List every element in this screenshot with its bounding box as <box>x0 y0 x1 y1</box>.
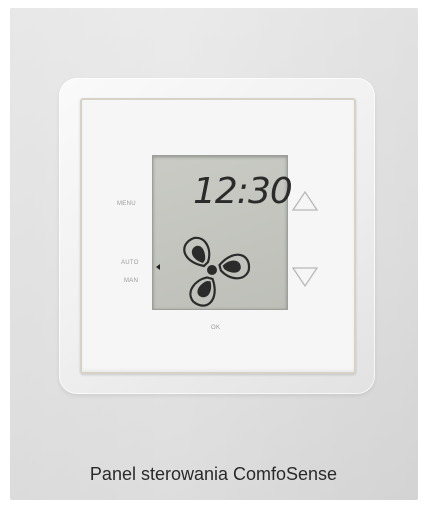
fan-icon <box>183 236 250 307</box>
mode-button[interactable] <box>110 252 146 292</box>
triangle-up-icon <box>291 190 319 211</box>
triangle-down-icon <box>291 267 319 288</box>
man-label: MAN <box>124 278 139 284</box>
auto-label: AUTO <box>121 260 139 266</box>
up-button[interactable] <box>290 188 320 214</box>
down-button[interactable] <box>290 264 320 290</box>
arrow-left-icon <box>156 264 160 270</box>
lcd-time-readout: 12:30 <box>193 171 293 212</box>
menu-label: MENU <box>117 201 136 207</box>
image-caption: Panel sterowania ComfoSense <box>89 464 338 484</box>
ok-label: OK <box>211 325 221 331</box>
